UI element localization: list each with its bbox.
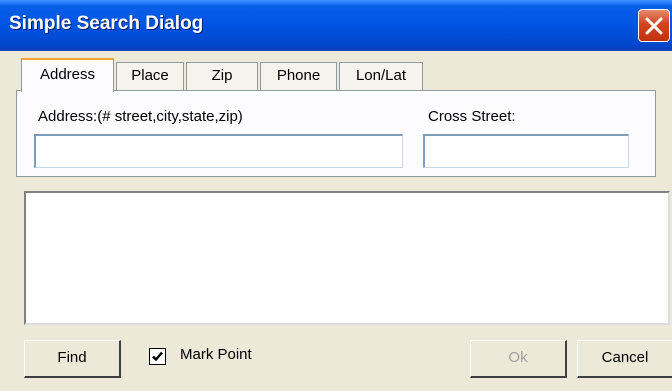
cancel-button[interactable]: Cancel (577, 340, 672, 378)
ok-button[interactable]: Ok (470, 340, 567, 378)
cancel-button-label: Cancel (601, 349, 649, 366)
cross-street-input[interactable] (423, 134, 629, 168)
search-dialog-window: Simple Search Dialog Address Place Zip P… (0, 0, 672, 391)
ok-button-label: Ok (508, 349, 528, 366)
tab-lonlat-label: Lon/Lat (355, 67, 407, 84)
tab-zip[interactable]: Zip (186, 62, 258, 90)
title-bar[interactable]: Simple Search Dialog (0, 0, 672, 51)
mark-point-label: Mark Point (180, 346, 252, 363)
close-icon (645, 17, 663, 35)
tab-phone[interactable]: Phone (260, 62, 337, 90)
checkmark-icon (152, 351, 163, 362)
results-list[interactable] (24, 191, 670, 325)
find-button[interactable]: Find (24, 340, 121, 378)
close-button[interactable] (638, 9, 670, 42)
address-input[interactable] (34, 134, 403, 168)
tab-address[interactable]: Address (21, 58, 114, 92)
tab-phone-label: Phone (276, 67, 321, 84)
tab-zip-label: Zip (211, 67, 233, 84)
cross-street-label: Cross Street: (428, 108, 516, 125)
tab-address-label: Address (39, 66, 96, 83)
find-button-label: Find (57, 349, 87, 366)
tab-place-label: Place (131, 67, 169, 84)
address-label: Address:(# street,city,state,zip) (38, 108, 243, 125)
mark-point-checkbox[interactable] (149, 348, 166, 365)
tab-place[interactable]: Place (116, 62, 184, 90)
tab-lonlat[interactable]: Lon/Lat (339, 62, 423, 90)
window-title: Simple Search Dialog (9, 13, 204, 34)
